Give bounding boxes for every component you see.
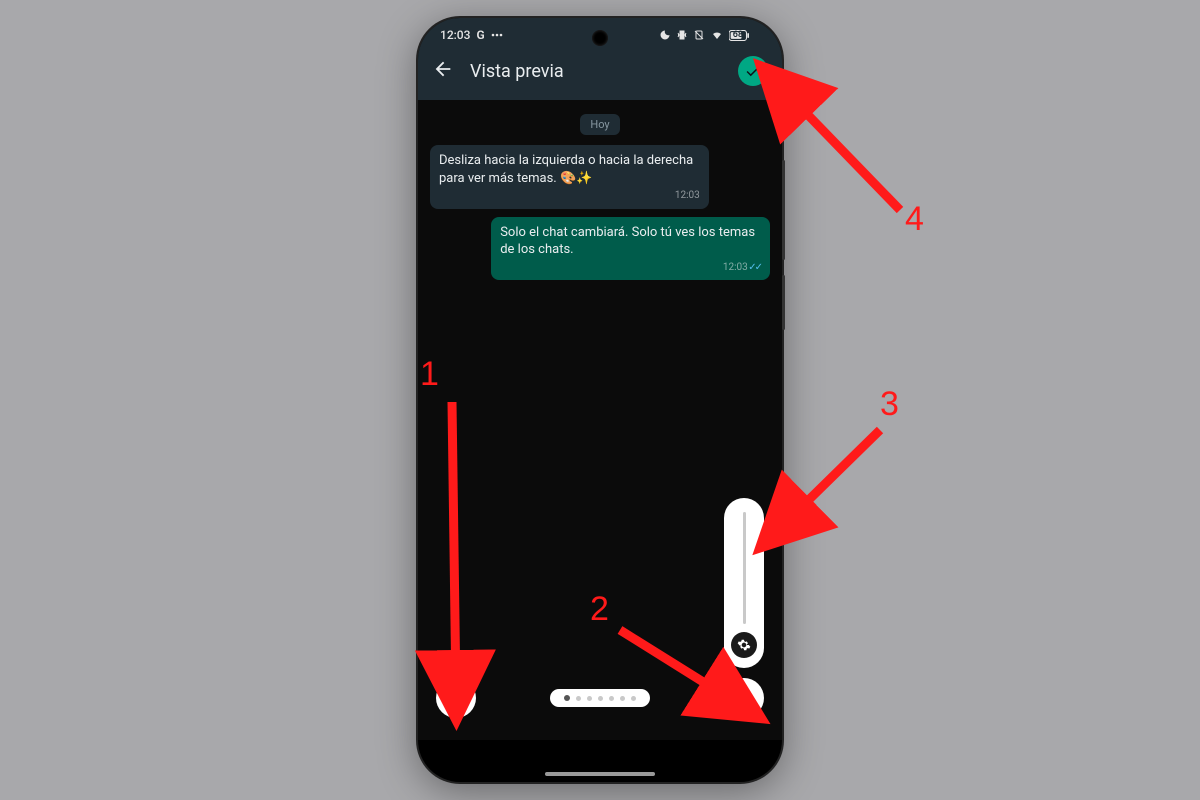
status-app-indicator: G <box>476 28 484 42</box>
annotation-label-2: 2 <box>590 590 609 629</box>
back-button[interactable] <box>432 58 454 84</box>
no-sim-icon <box>693 29 705 41</box>
pager-dot <box>598 696 603 701</box>
pager-dot <box>564 695 570 701</box>
annotation-label-3: 3 <box>880 385 899 424</box>
annotation-arrow-2 <box>610 620 770 730</box>
status-left: 12:03 G <box>440 28 503 42</box>
more-dots-icon <box>491 29 503 41</box>
app-bar: Vista previa <box>418 46 782 100</box>
wifi-icon <box>710 29 724 41</box>
annotation-label-4: 4 <box>905 200 924 239</box>
message-text: Solo el chat cambiará. Solo tú ves los t… <box>500 224 761 259</box>
pager-dot <box>587 696 592 701</box>
power-button-physical <box>782 275 785 330</box>
vibrate-icon <box>676 29 688 41</box>
status-right: 68 <box>659 29 760 41</box>
annotation-arrow-1 <box>416 390 476 720</box>
battery-pct: 68 <box>733 30 743 40</box>
pager-dot <box>576 696 581 701</box>
outgoing-message: Solo el chat cambiará. Solo tú ves los t… <box>491 217 770 281</box>
incoming-message: Desliza hacia la izquierda o hacia la de… <box>430 145 709 209</box>
annotation-arrow-3 <box>760 420 900 550</box>
annotation-label-1: 1 <box>420 355 439 394</box>
gesture-nav-bar[interactable] <box>545 772 655 776</box>
annotation-arrow-4 <box>760 70 920 230</box>
status-time: 12:03 <box>440 28 470 42</box>
message-time: 12:03 <box>500 261 761 275</box>
date-chip: Hoy <box>580 114 619 135</box>
battery-icon: 68 <box>729 30 760 41</box>
slider-track[interactable] <box>743 512 746 624</box>
message-text: Desliza hacia la izquierda o hacia la de… <box>439 152 700 187</box>
page-title: Vista previa <box>470 61 722 82</box>
dnd-moon-icon <box>659 29 671 41</box>
message-time: 12:03 <box>439 189 700 203</box>
camera-cutout <box>592 30 608 46</box>
